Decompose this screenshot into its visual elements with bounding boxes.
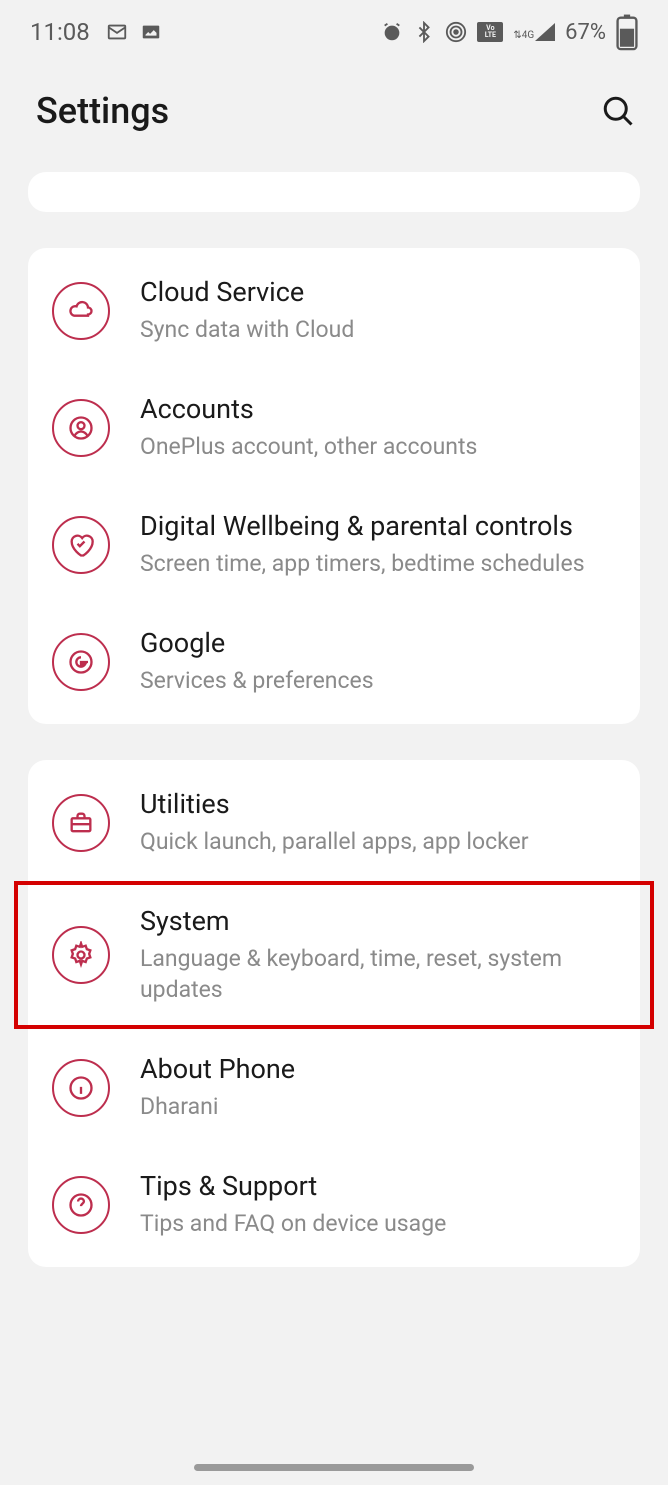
status-right: VoLTE ⇅4G 67%: [381, 20, 638, 45]
status-bar: 11:08 VoLTE ⇅4G 67%: [0, 0, 668, 60]
settings-item-about-phone[interactable]: About Phone Dharani: [28, 1029, 640, 1146]
item-subtitle: OnePlus account, other accounts: [140, 431, 616, 462]
card-partial-top: [28, 172, 640, 212]
battery-icon: [616, 21, 638, 43]
content-area: Cloud Service Sync data with Cloud Accou…: [0, 172, 668, 1267]
info-icon: [52, 1059, 110, 1117]
item-title: Digital Wellbeing & parental controls: [140, 510, 616, 542]
item-text: Tips & Support Tips and FAQ on device us…: [140, 1170, 616, 1239]
status-left: 11:08: [30, 18, 162, 46]
photos-icon: [140, 21, 162, 43]
header: Settings: [0, 60, 668, 172]
item-text: Google Services & preferences: [140, 627, 616, 696]
gear-icon: [52, 926, 110, 984]
item-subtitle: Dharani: [140, 1091, 616, 1122]
item-text: Accounts OnePlus account, other accounts: [140, 393, 616, 462]
status-time: 11:08: [30, 18, 90, 46]
item-text: System Language & keyboard, time, reset,…: [140, 905, 616, 1005]
network-signal-icon: ⇅4G: [513, 23, 555, 41]
item-subtitle: Services & preferences: [140, 665, 616, 696]
item-subtitle: Tips and FAQ on device usage: [140, 1208, 616, 1239]
bluetooth-icon: [413, 21, 435, 43]
search-button[interactable]: [598, 91, 638, 131]
item-subtitle: Sync data with Cloud: [140, 314, 616, 345]
settings-item-tips-support[interactable]: Tips & Support Tips and FAQ on device us…: [28, 1146, 640, 1263]
item-text: Utilities Quick launch, parallel apps, a…: [140, 788, 616, 857]
item-subtitle: Screen time, app timers, bedtime schedul…: [140, 548, 616, 579]
settings-item-digital-wellbeing[interactable]: Digital Wellbeing & parental controls Sc…: [28, 486, 640, 603]
settings-item-accounts[interactable]: Accounts OnePlus account, other accounts: [28, 369, 640, 486]
item-text: About Phone Dharani: [140, 1053, 616, 1122]
settings-item-utilities[interactable]: Utilities Quick launch, parallel apps, a…: [28, 764, 640, 881]
navigation-bar-handle[interactable]: [194, 1464, 474, 1471]
help-icon: [52, 1176, 110, 1234]
hotspot-icon: [445, 21, 467, 43]
briefcase-icon: [52, 794, 110, 852]
alarm-icon: [381, 21, 403, 43]
settings-group-2: Utilities Quick launch, parallel apps, a…: [28, 760, 640, 1267]
heart-icon: [52, 516, 110, 574]
person-icon: [52, 399, 110, 457]
item-text: Cloud Service Sync data with Cloud: [140, 276, 616, 345]
google-icon: [52, 633, 110, 691]
item-title: Utilities: [140, 788, 616, 820]
item-subtitle: Quick launch, parallel apps, app locker: [140, 826, 616, 857]
item-text: Digital Wellbeing & parental controls Sc…: [140, 510, 616, 579]
item-title: Cloud Service: [140, 276, 616, 308]
item-title: System: [140, 905, 616, 937]
search-icon: [600, 93, 636, 129]
battery-percent: 67%: [565, 20, 606, 45]
settings-item-system[interactable]: System Language & keyboard, time, reset,…: [14, 881, 654, 1029]
settings-item-google[interactable]: Google Services & preferences: [28, 603, 640, 720]
volte-icon: VoLTE: [477, 22, 503, 42]
item-title: Accounts: [140, 393, 616, 425]
settings-item-cloud-service[interactable]: Cloud Service Sync data with Cloud: [28, 252, 640, 369]
item-title: Google: [140, 627, 616, 659]
gmail-icon: [106, 21, 128, 43]
cloud-icon: [52, 282, 110, 340]
item-subtitle: Language & keyboard, time, reset, system…: [140, 943, 616, 1005]
settings-group-1: Cloud Service Sync data with Cloud Accou…: [28, 248, 640, 724]
item-title: Tips & Support: [140, 1170, 616, 1202]
page-title: Settings: [36, 90, 169, 132]
item-title: About Phone: [140, 1053, 616, 1085]
